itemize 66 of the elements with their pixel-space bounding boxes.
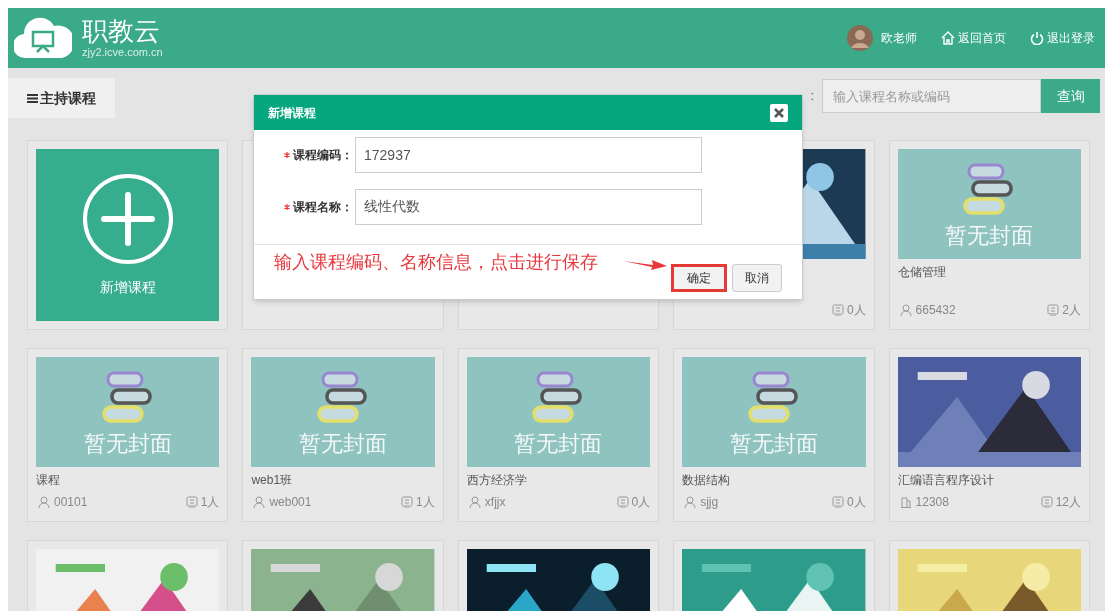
- user-icon: [468, 496, 481, 508]
- field-label: 课程编码：: [292, 147, 353, 164]
- user-icon: [38, 496, 50, 508]
- course-card[interactable]: 汇编语言程序设计 12308 12人: [888, 348, 1090, 522]
- power-icon: [1030, 31, 1044, 45]
- avatar-icon: [847, 25, 873, 51]
- home-icon: [941, 31, 955, 45]
- class-icon: [185, 496, 198, 508]
- course-card[interactable]: 暂无封面 web1班 web001 1人: [242, 348, 444, 522]
- course-code: xfjjx: [484, 494, 506, 511]
- tab[interactable]: 主持课程: [8, 78, 115, 118]
- close-icon: [774, 107, 784, 118]
- class-icon: [401, 496, 414, 508]
- user-icon: [684, 496, 697, 508]
- course-card[interactable]: 暂无封面 课程 00101 1人: [27, 348, 229, 522]
- course-code: 665432: [915, 302, 956, 319]
- close-button[interactable]: [770, 103, 788, 122]
- course-title: 汇编语言程序设计: [897, 472, 995, 489]
- text-field[interactable]: 172937: [355, 137, 702, 173]
- text-field[interactable]: 线性代数: [355, 189, 702, 225]
- plus-icon: [81, 172, 174, 265]
- no-cover-text: 暂无封面: [945, 223, 1034, 249]
- course-title: 课程: [36, 472, 61, 489]
- no-cover-text: 暂无封面: [83, 431, 172, 457]
- course-code: sjjg: [700, 494, 719, 511]
- course-title: 仓储管理: [897, 264, 947, 281]
- user-icon: [253, 496, 266, 508]
- cancel-button[interactable]: 取消: [732, 264, 782, 292]
- member-count: 0人: [631, 494, 651, 511]
- course-card[interactable]: 暂无封面 仓储管理 665432 2人: [888, 140, 1090, 330]
- course-code: web001: [269, 494, 312, 511]
- user-icon: [899, 304, 912, 316]
- no-cover-text: 暂无封面: [729, 431, 818, 457]
- dialog-title: 新增课程: [268, 104, 316, 122]
- building-icon: [899, 496, 912, 508]
- annotation-text: 输入课程编码、名称信息，点击进行保存: [274, 251, 598, 274]
- course-title: 西方经济学: [466, 472, 528, 489]
- member-count: 2人: [1062, 302, 1081, 319]
- confirm-button[interactable]: 确定: [671, 264, 727, 292]
- logo-title: 职教云: [82, 17, 161, 45]
- course-title: 数据结构: [682, 472, 732, 489]
- no-cover-text: 暂无封面: [514, 431, 603, 457]
- class-icon: [616, 496, 629, 508]
- member-count: 12人: [1055, 494, 1081, 511]
- required-icon: [284, 152, 290, 158]
- class-icon: [831, 496, 844, 508]
- member-count: 0人: [846, 302, 866, 319]
- logo-subtitle: zjy2.icve.com.cn: [82, 45, 163, 59]
- class-icon: [1047, 304, 1060, 316]
- search-field[interactable]: 输入课程名称或编码: [822, 79, 1041, 113]
- course-title: web1班: [251, 472, 294, 489]
- member-count: 1人: [200, 494, 220, 511]
- course-card[interactable]: 暂无封面 西方经济学 xfjjx 0人: [457, 348, 660, 522]
- menu-icon: [27, 93, 38, 103]
- field-label: 课程名称：: [292, 199, 353, 216]
- course-code: 12308: [915, 494, 949, 511]
- annotation-arrow: [623, 257, 668, 271]
- search-label: :: [810, 87, 814, 106]
- required-icon: [284, 204, 290, 210]
- class-icon: [831, 304, 844, 316]
- course-card[interactable]: 暂无封面 数据结构 sjjg 0人: [673, 348, 875, 522]
- member-count: 0人: [846, 494, 866, 511]
- class-icon: [1040, 496, 1053, 508]
- no-cover-text: 暂无封面: [299, 431, 388, 457]
- course-code: 00101: [54, 494, 88, 511]
- member-count: 1人: [416, 494, 435, 511]
